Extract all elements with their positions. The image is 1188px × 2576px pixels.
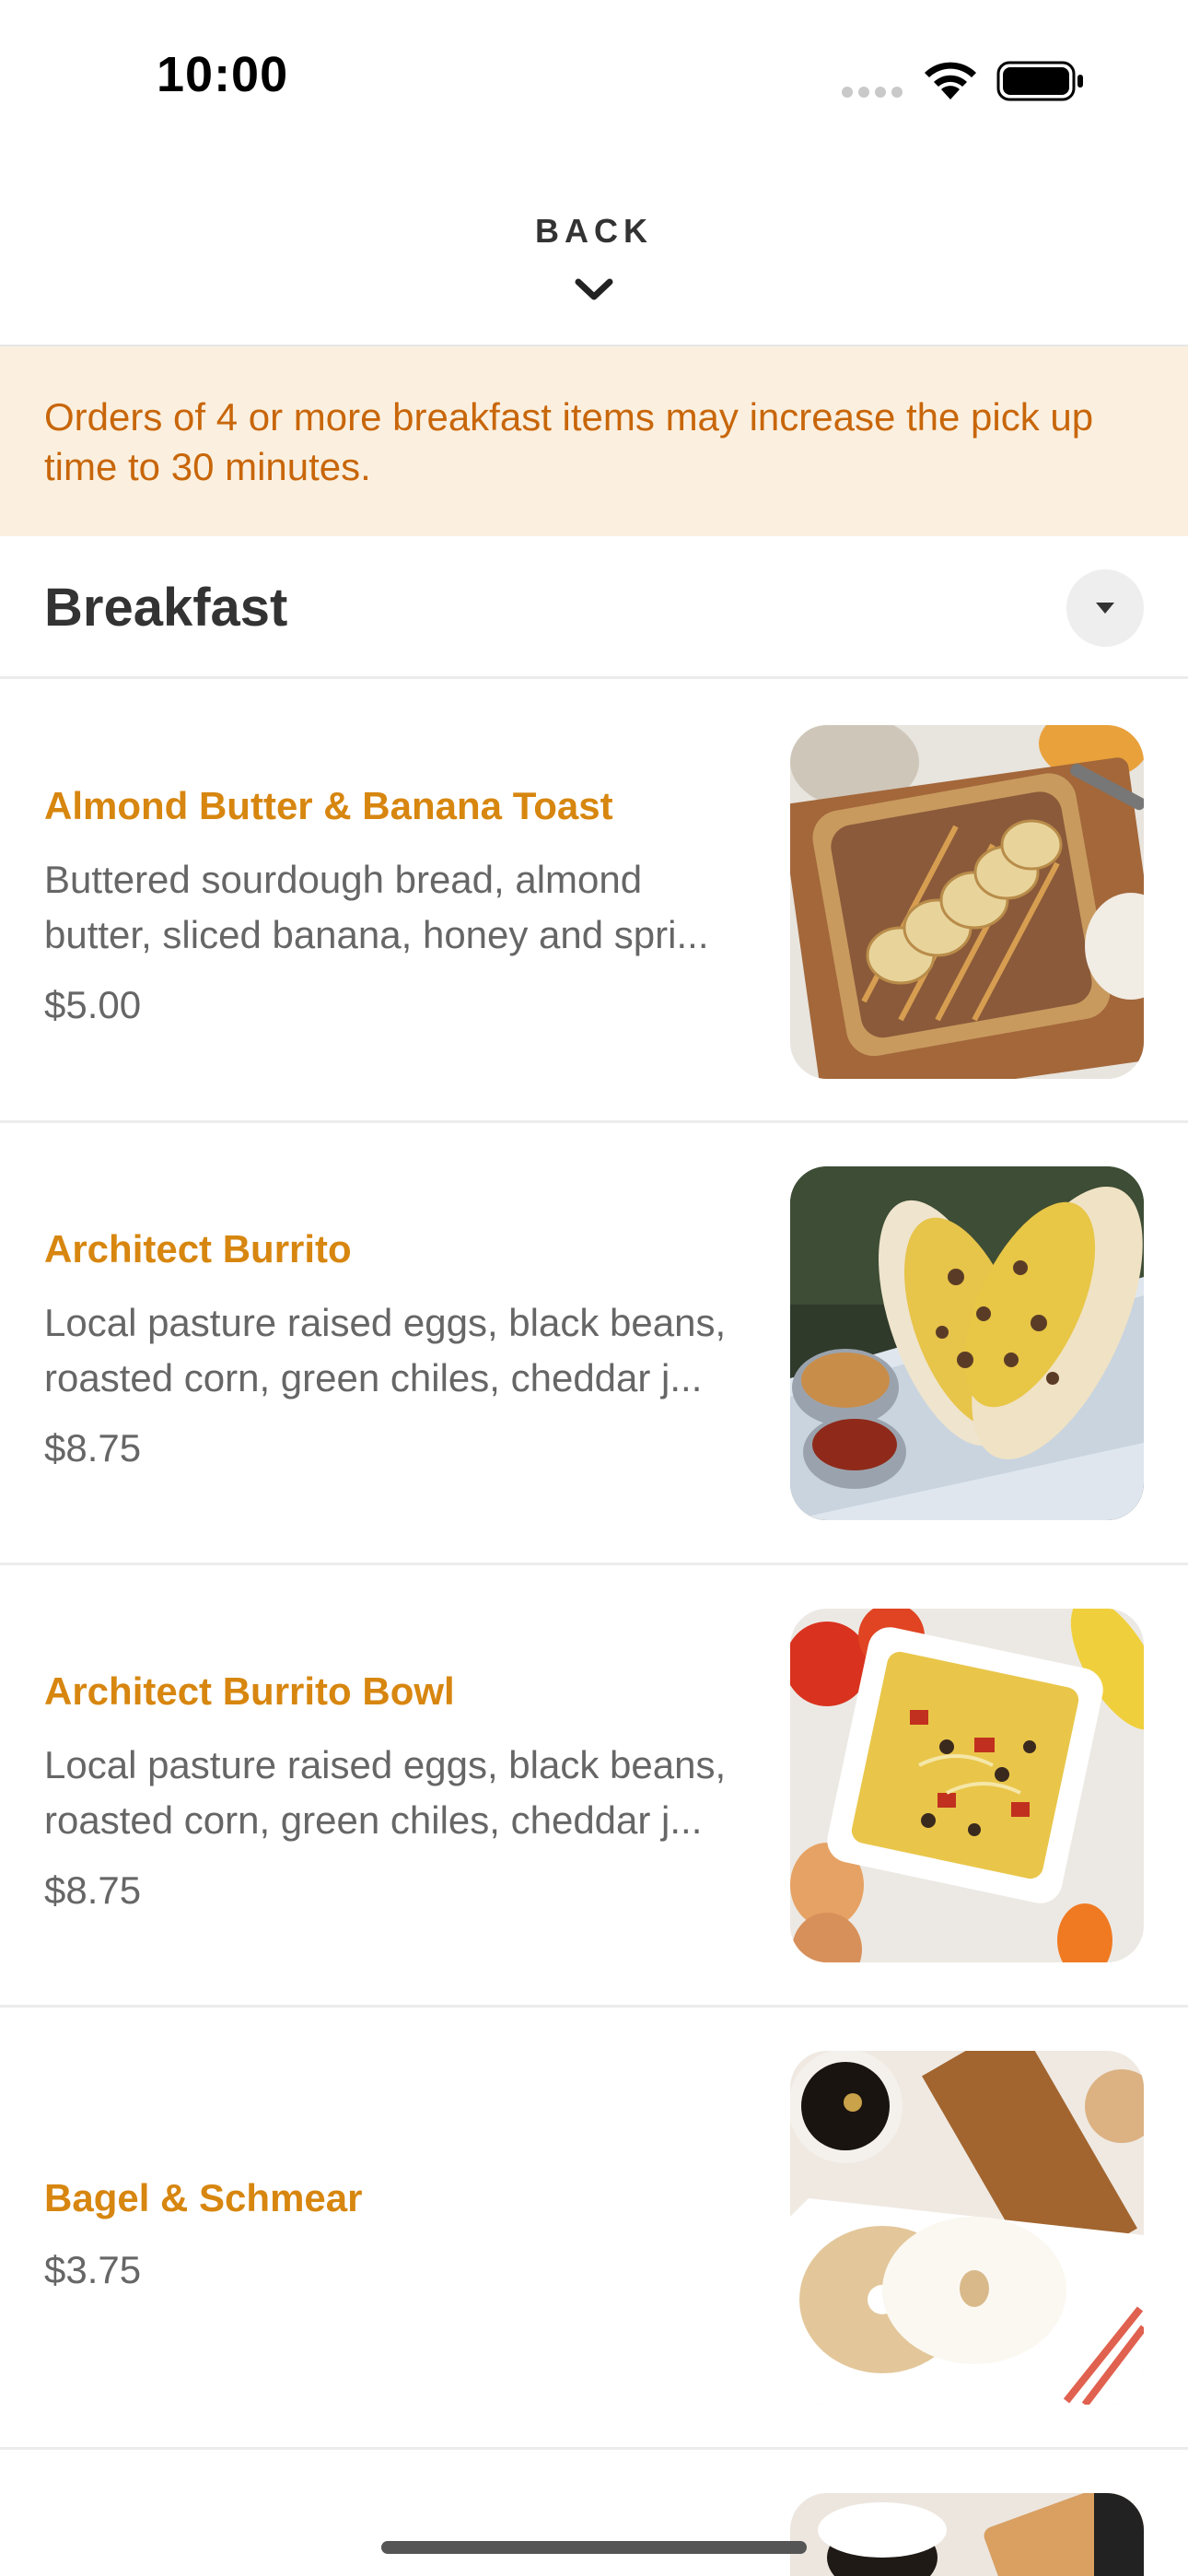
item-photo-architect-burrito-bowl[interactable] bbox=[790, 1609, 1144, 1962]
item-description-line: Local pasture raised eggs, black beans, bbox=[44, 1743, 727, 1786]
item-price: $3.75 bbox=[44, 2248, 142, 2291]
back-label: BACK bbox=[535, 212, 653, 250]
caret-down-icon bbox=[1096, 603, 1114, 614]
item-price: $8.75 bbox=[44, 1868, 142, 1912]
item-description-line: roasted corn, green chiles, cheddar j... bbox=[44, 1798, 703, 1842]
item-photo-bagel-schmear[interactable] bbox=[790, 2051, 1144, 2405]
menu-item[interactable]: Almond Butter & Banana Toast Buttered so… bbox=[0, 679, 1188, 1121]
status-time: 10:00 bbox=[157, 47, 289, 102]
home-indicator[interactable] bbox=[381, 2541, 807, 2554]
item-text: Architect Burrito Local pasture raised e… bbox=[44, 1224, 753, 1474]
item-name: Architect Burrito Bowl bbox=[44, 1669, 455, 1713]
item-name: Architect Burrito bbox=[44, 1227, 352, 1270]
item-description-line: butter, sliced banana, honey and spri... bbox=[44, 913, 709, 956]
item-name: Bagel & Schmear bbox=[44, 2176, 363, 2219]
item-price: $5.00 bbox=[44, 983, 142, 1026]
notice-banner: Orders of 4 or more breakfast items may … bbox=[0, 346, 1188, 536]
item-photo-almond-toast[interactable] bbox=[790, 725, 1144, 1079]
category-toggle-button[interactable] bbox=[1066, 569, 1144, 647]
menu-item[interactable]: Bagel & Schmear $3.75 bbox=[0, 2007, 1188, 2449]
item-text: Almond Butter & Banana Toast Buttered so… bbox=[44, 780, 753, 1031]
divider bbox=[0, 2447, 1188, 2450]
item-photo-architect-burrito[interactable] bbox=[790, 1166, 1144, 1520]
item-name: Almond Butter & Banana Toast bbox=[44, 784, 613, 827]
status-bar: 10:00 bbox=[0, 0, 1188, 161]
back-button[interactable]: BACK bbox=[0, 212, 1188, 251]
wifi-icon bbox=[925, 62, 976, 100]
menu-item[interactable]: Architect Burrito Local pasture raised e… bbox=[0, 1122, 1188, 1564]
chevron-down-icon[interactable] bbox=[573, 276, 615, 304]
category-title: Breakfast bbox=[44, 578, 288, 638]
menu-item[interactable]: Architect Burrito Bowl Local pasture rai… bbox=[0, 1564, 1188, 2007]
cellular-signal-icon bbox=[842, 87, 906, 100]
item-text: Bagel & Schmear $3.75 bbox=[44, 2172, 753, 2296]
notice-text: Orders of 4 or more breakfast items may … bbox=[44, 395, 1094, 488]
item-photo-next[interactable] bbox=[790, 2493, 1144, 2576]
item-description-line: Buttered sourdough bread, almond bbox=[44, 858, 643, 901]
category-header[interactable]: Breakfast bbox=[0, 536, 1188, 678]
menu-screen: 10:00 BACK Orders of 4 or more breakfast… bbox=[0, 0, 1188, 2576]
item-price: $8.75 bbox=[44, 1426, 142, 1469]
item-description-line: Local pasture raised eggs, black beans, bbox=[44, 1301, 727, 1344]
item-description-line: roasted corn, green chiles, cheddar j... bbox=[44, 1356, 703, 1399]
battery-icon bbox=[996, 61, 1083, 101]
item-text: Architect Burrito Bowl Local pasture rai… bbox=[44, 1666, 753, 1916]
